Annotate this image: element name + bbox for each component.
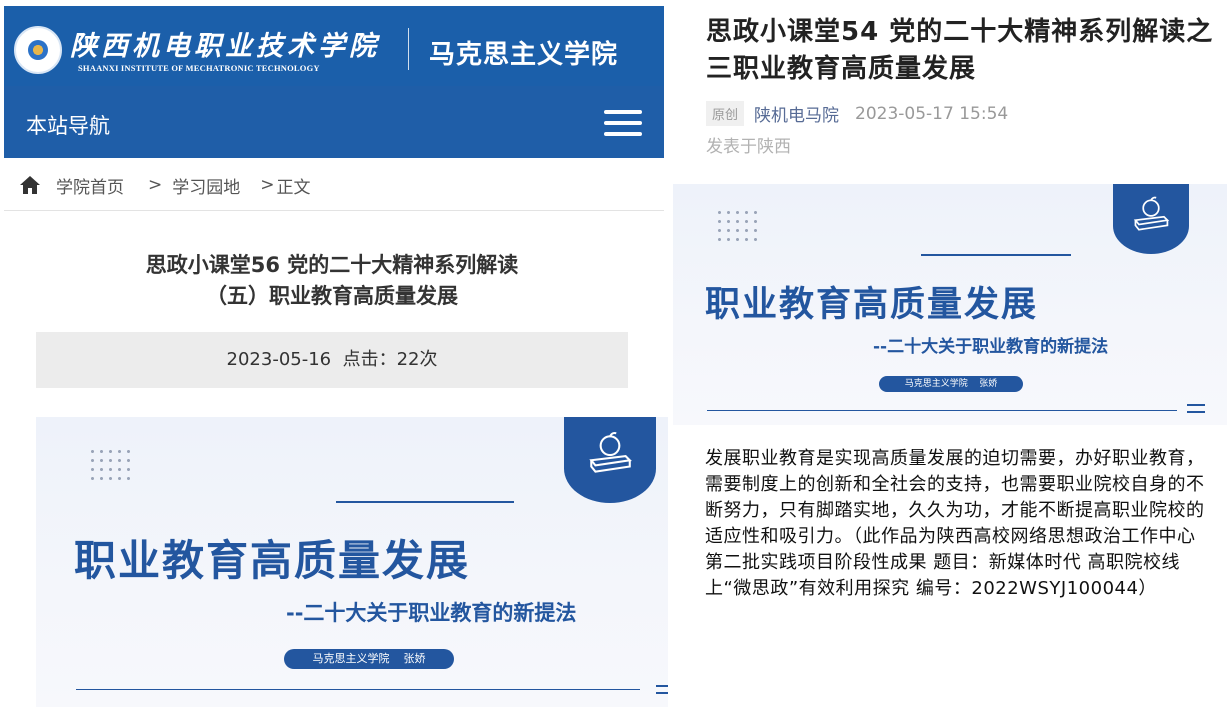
- banner-subheadline: --二十大关于职业教育的新提法: [286, 601, 577, 625]
- banner-subheadline: --二十大关于职业教育的新提法: [873, 337, 1109, 357]
- site-nav-label[interactable]: 本站导航: [26, 110, 110, 140]
- dots-decoration: [715, 208, 761, 244]
- school-name-cn: 陕西机电职业技术学院: [70, 31, 380, 62]
- breadcrumb-divider: [4, 210, 664, 211]
- apple-book-badge: [1113, 184, 1189, 254]
- wechat-article-body: 发展职业教育是实现高质量发展的迫切需要，办好职业教育，需要制度上的创新和全社会的…: [705, 448, 1205, 599]
- author-link[interactable]: 陕机电马院: [754, 101, 839, 126]
- banner-top-rule: [336, 501, 514, 503]
- article-meta: 2023-05-16 点击：22次: [36, 332, 628, 388]
- banner-headline: 职业教育高质量发展: [74, 536, 471, 585]
- site-header: 陕西机电职业技术学院 SHAANXI INSTITUTE OF MECHATRO…: [4, 6, 664, 86]
- wechat-banner-image: 职业教育高质量发展 --二十大关于职业教育的新提法 马克思主义学院 张娇: [673, 184, 1227, 425]
- school-logo[interactable]: [14, 26, 62, 74]
- banner-bottom-rule: [76, 689, 640, 690]
- article-title-line: 思政小课堂56 党的二十大精神系列解读: [145, 253, 519, 277]
- breadcrumb-current: 正文: [276, 177, 311, 198]
- banner-headline: 职业教育高质量发展: [705, 285, 1039, 325]
- banner-presenter: 马克思主义学院 张娇: [879, 376, 1023, 392]
- breadcrumb-section[interactable]: 学习园地: [172, 173, 240, 198]
- breadcrumb-separator: >: [148, 175, 163, 195]
- original-tag: 原创: [706, 101, 745, 126]
- college-name[interactable]: 马克思主义学院: [429, 34, 618, 71]
- school-name-en: SHAANXI INSTITUTE OF MECHATRONIC TECHNOL…: [78, 63, 320, 73]
- banner-bottom-rule: [707, 410, 1177, 411]
- menu-icon[interactable]: [604, 110, 642, 136]
- apple-book-icon: [1133, 196, 1170, 231]
- breadcrumb-separator: >: [260, 175, 275, 195]
- banner-presenter: 马克思主义学院 张娇: [284, 649, 454, 669]
- apple-book-icon: [589, 431, 632, 473]
- wechat-article-title: 思政小课堂54 党的二十大精神系列解读之三职业教育高质量发展: [706, 17, 1214, 84]
- publish-location: 发表于陕西: [706, 137, 791, 157]
- left-article-page: 陕西机电职业技术学院 SHAANXI INSTITUTE OF MECHATRO…: [0, 0, 668, 716]
- home-icon[interactable]: [18, 174, 42, 196]
- publish-datetime: 2023-05-17 15:54: [855, 103, 1009, 124]
- article-title-line: （五）职业教育高质量发展: [206, 284, 458, 308]
- breadcrumb: 学院首页 > 学习园地 > 正文: [18, 172, 321, 198]
- header-divider: [408, 28, 409, 70]
- breadcrumb-home[interactable]: 学院首页: [56, 173, 124, 198]
- article-banner-image: 职业教育高质量发展 --二十大关于职业教育的新提法 马克思主义学院 张娇: [36, 417, 668, 707]
- banner-top-rule: [921, 254, 1071, 256]
- article-title: 思政小课堂56 党的二十大精神系列解读 （五）职业教育高质量发展: [36, 250, 628, 312]
- site-nav-bar: 本站导航: [4, 86, 664, 158]
- dots-decoration: [88, 447, 134, 483]
- apple-book-badge: [564, 417, 656, 503]
- wechat-article-meta: 原创 陕机电马院 2023-05-17 15:54: [706, 101, 1008, 126]
- banner-bars-decoration: [1187, 404, 1205, 418]
- banner-bars-decoration: [656, 685, 668, 699]
